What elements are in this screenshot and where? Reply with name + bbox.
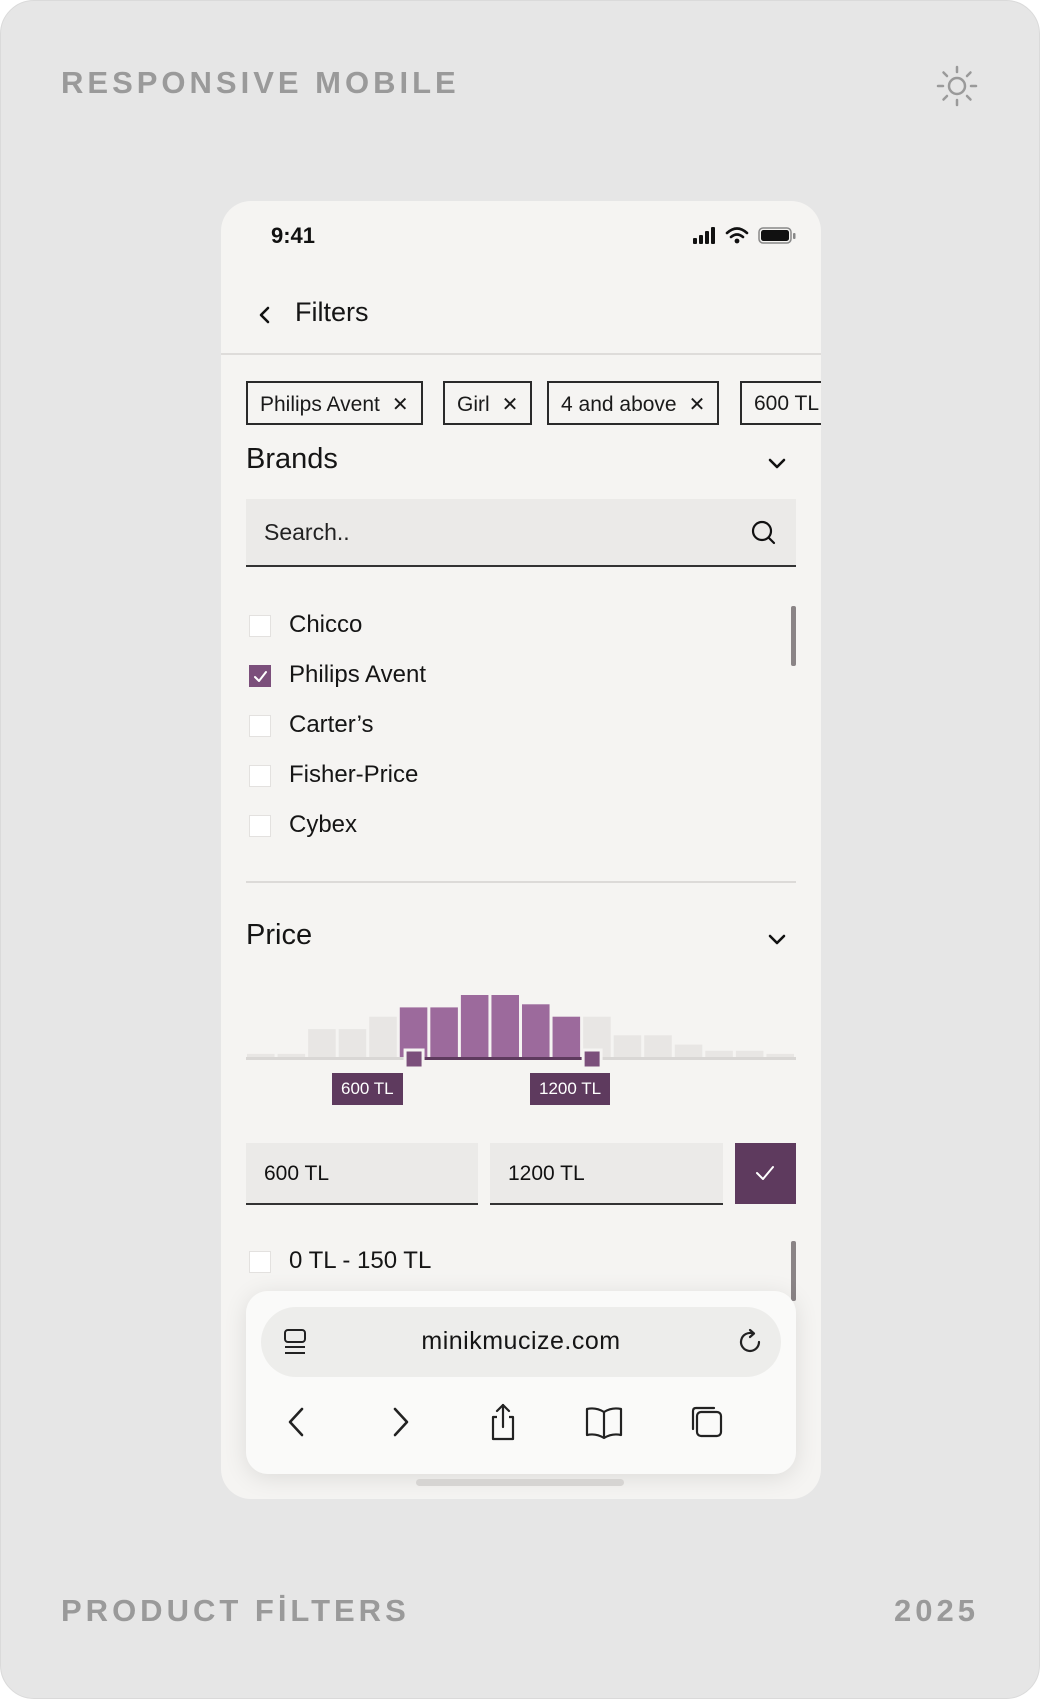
close-icon[interactable]: ✕ <box>502 394 519 416</box>
status-time: 9:41 <box>271 223 316 248</box>
nav-bar: Filters <box>221 283 821 355</box>
brand-label: Cybex <box>289 811 358 838</box>
histogram-bar <box>613 1035 642 1057</box>
histogram-bar <box>735 1050 764 1057</box>
histogram-bar <box>277 1053 306 1057</box>
url-text: minikmucize.com <box>421 1327 621 1355</box>
chip-label: Girl <box>457 393 490 416</box>
phone-screen: 9:41 Filters Philips Avent ✕ Girl ✕ 4 an… <box>221 201 821 1499</box>
brand-label: Chicco <box>289 611 363 638</box>
brand-label: Carter’s <box>289 711 374 738</box>
checkbox[interactable] <box>249 815 271 837</box>
close-icon[interactable]: ✕ <box>392 394 409 416</box>
chevron-down-icon[interactable] <box>765 927 789 951</box>
checkmark-icon <box>756 1166 774 1180</box>
slider-active-range <box>414 1057 583 1060</box>
back-arrow-icon[interactable] <box>274 1399 320 1445</box>
brand-label: Philips Avent <box>289 661 426 688</box>
min-price-tag: 600 TL <box>332 1073 403 1105</box>
price-list-scrollbar[interactable] <box>791 1241 796 1301</box>
histogram-bar <box>460 995 489 1057</box>
reload-icon[interactable] <box>735 1327 765 1357</box>
address-bar[interactable]: minikmucize.com <box>261 1307 781 1377</box>
checkbox[interactable] <box>249 765 271 787</box>
bookmarks-icon[interactable] <box>581 1399 627 1445</box>
histogram-bar <box>674 1044 703 1057</box>
checkbox[interactable] <box>249 715 271 737</box>
checkmark-icon <box>254 671 267 682</box>
histogram-bar <box>644 1035 672 1057</box>
price-range-label: 0 TL - 150 TL <box>289 1247 432 1274</box>
histogram-bar <box>491 995 519 1057</box>
brands-heading: Brands <box>246 443 338 475</box>
checkbox-checked[interactable] <box>249 665 271 687</box>
max-price-handle[interactable] <box>581 1048 603 1070</box>
share-icon[interactable] <box>480 1399 526 1445</box>
sun-icon[interactable] <box>936 65 978 107</box>
histogram-bar <box>369 1016 397 1057</box>
showcase-title: RESPONSIVE MOBILE <box>61 65 460 100</box>
histogram-bar <box>247 1053 275 1057</box>
min-price-input[interactable] <box>264 1162 444 1186</box>
status-icons <box>693 227 796 244</box>
search-icon[interactable] <box>750 519 778 547</box>
max-price-input[interactable] <box>508 1162 688 1186</box>
page-title: Filters <box>295 297 369 327</box>
filter-chip[interactable]: Girl ✕ <box>443 381 533 425</box>
chevron-down-icon[interactable] <box>765 451 789 475</box>
battery-icon <box>758 227 796 244</box>
chip-label: 4 and above <box>561 393 677 416</box>
forward-arrow-icon[interactable] <box>377 1399 423 1445</box>
footer-year: 2025 <box>894 1593 979 1628</box>
histogram-bar <box>522 1004 550 1057</box>
close-icon[interactable]: ✕ <box>689 394 706 416</box>
filter-chip[interactable]: 4 and above ✕ <box>547 381 720 425</box>
browser-toolbar: minikmucize.com <box>246 1291 796 1474</box>
chip-label: 600 TL <box>754 392 819 415</box>
histogram-bar <box>705 1050 733 1057</box>
min-price-field <box>246 1143 478 1205</box>
chip-label: Philips Avent <box>260 393 380 416</box>
section-divider <box>246 881 796 883</box>
signal-icon <box>693 227 715 244</box>
histogram-bar <box>430 1007 458 1057</box>
tabs-icon[interactable] <box>684 1399 730 1445</box>
brand-label: Fisher-Price <box>289 761 419 788</box>
checkbox[interactable] <box>249 1251 271 1273</box>
max-price-tag: 1200 TL <box>530 1073 611 1105</box>
search-input[interactable] <box>264 519 704 546</box>
histogram-bar <box>552 1016 581 1057</box>
price-heading: Price <box>246 919 313 951</box>
showcase-frame: RESPONSIVE MOBILE 9:41 Filters Philips A… <box>0 0 1040 1699</box>
apply-price-button[interactable] <box>735 1143 796 1204</box>
home-indicator <box>416 1479 624 1486</box>
filter-chip[interactable]: 600 TL <box>740 381 821 425</box>
filter-chip[interactable]: Philips Avent ✕ <box>246 381 423 425</box>
active-filter-chips: Philips Avent ✕ Girl ✕ 4 and above ✕ 600 TL <box>246 381 821 425</box>
checkbox[interactable] <box>249 615 271 637</box>
min-price-handle[interactable] <box>403 1048 425 1070</box>
footer-caption: PRODUCT FİLTERS <box>61 1593 410 1628</box>
chevron-left-icon[interactable] <box>251 301 279 329</box>
price-histogram <box>246 995 796 1070</box>
brand-search <box>246 499 796 567</box>
brand-list-scrollbar[interactable] <box>791 606 796 666</box>
max-price-field <box>490 1143 723 1205</box>
histogram-bar <box>766 1053 794 1057</box>
histogram-bar <box>308 1029 336 1057</box>
wifi-icon <box>725 227 749 239</box>
histogram-bar <box>338 1029 367 1057</box>
